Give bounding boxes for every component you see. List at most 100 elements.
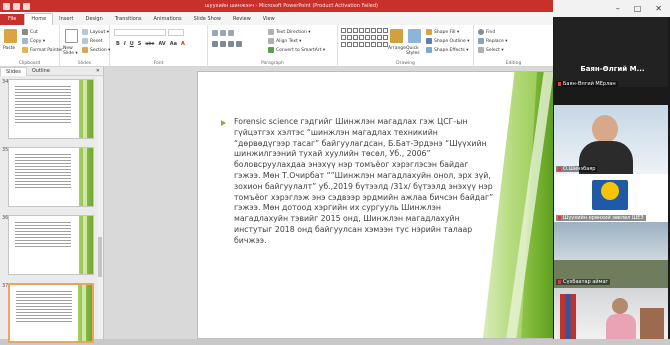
slide-thumbnail[interactable]	[8, 147, 94, 207]
participant-tile[interactable]: Сүхбаатар аймаг	[554, 222, 668, 288]
arrange-icon[interactable]	[390, 29, 403, 43]
indent-icon	[228, 30, 234, 36]
logo-emblem	[601, 182, 619, 200]
shape-icon[interactable]	[383, 35, 388, 40]
underline-button[interactable]: U	[130, 41, 134, 47]
shadow-button[interactable]: S	[138, 41, 142, 47]
scrollbar-thumb[interactable]	[98, 237, 102, 277]
spacing-button[interactable]: AV	[158, 41, 165, 47]
reset-button[interactable]: Reset	[82, 38, 103, 44]
minimize-button[interactable]: –	[616, 4, 620, 13]
alignment-buttons[interactable]	[212, 41, 242, 47]
layout-button[interactable]: Layout ▾	[82, 29, 109, 35]
slides-group: New Slide ▾ Layout ▾ Reset Section ▾ Sli…	[60, 25, 110, 67]
shape-icon[interactable]	[347, 42, 352, 47]
shape-outline-button[interactable]: Shape Outline ▾	[426, 38, 470, 44]
section-button[interactable]: Section ▾	[82, 47, 110, 53]
tab-transitions[interactable]: Transitions	[109, 14, 148, 25]
find-button[interactable]: Find	[478, 29, 495, 35]
shape-icon[interactable]	[377, 35, 382, 40]
shape-icon[interactable]	[359, 28, 364, 33]
shape-icon[interactable]	[353, 42, 358, 47]
participant-tile[interactable]: О.Шинэбаяр	[554, 105, 668, 175]
tab-view[interactable]: View	[257, 14, 281, 25]
shape-icon[interactable]	[383, 28, 388, 33]
font-size-dropdown[interactable]	[168, 29, 184, 36]
participant-tile[interactable]: Шүүхийн ерөнхий зөвлөл ШЕЗ	[554, 174, 668, 222]
format-painter-button[interactable]: Format Painter	[22, 47, 63, 53]
text-direction-button[interactable]: Text Direction ▾	[268, 29, 311, 35]
shape-icon[interactable]	[365, 42, 370, 47]
close-icon[interactable]: ✕	[91, 68, 104, 74]
align-left-icon	[212, 41, 218, 47]
undo-icon[interactable]	[13, 2, 20, 10]
shape-icon[interactable]	[365, 28, 370, 33]
shape-icon[interactable]	[365, 35, 370, 40]
tab-home[interactable]: Home	[24, 13, 54, 25]
drawing-group: Arrange Quick Styles Shape Fill ▾ Shape …	[338, 25, 474, 67]
shape-icon[interactable]	[371, 35, 376, 40]
font-color-button[interactable]: A	[181, 41, 185, 47]
select-button[interactable]: Select ▾	[478, 47, 504, 53]
clipboard-group: Paste Cut Copy ▾ Format Painter Clipboar…	[0, 25, 63, 67]
font-name-dropdown[interactable]	[114, 29, 166, 36]
tab-outline[interactable]: Outline	[27, 68, 55, 74]
shape-icon[interactable]	[347, 35, 352, 40]
quick-styles-icon[interactable]	[408, 29, 421, 43]
save-icon[interactable]	[3, 2, 10, 10]
shape-icon[interactable]	[353, 28, 358, 33]
replace-button[interactable]: Replace ▾	[478, 38, 508, 44]
shape-fill-button[interactable]: Shape Fill ▾	[426, 29, 459, 35]
shape-icon[interactable]	[359, 42, 364, 47]
current-slide[interactable]: Forensic science гэдгийг Шинжлэн магадла…	[197, 71, 554, 339]
new-slide-icon[interactable]	[65, 29, 78, 43]
smartart-icon	[268, 47, 274, 53]
copy-button[interactable]: Copy ▾	[22, 38, 45, 44]
tab-animations[interactable]: Animations	[148, 14, 188, 25]
slides-pane-scrollbar[interactable]	[97, 77, 103, 339]
strikethrough-button[interactable]: abc	[145, 41, 154, 47]
italic-button[interactable]: I	[124, 41, 126, 47]
quick-styles-button[interactable]: Quick Styles	[406, 46, 422, 56]
tab-slide-show[interactable]: Slide Show	[188, 14, 227, 25]
slide-body-text[interactable]: Forensic science гэдгийг Шинжлэн магадла…	[234, 117, 496, 247]
shape-icon[interactable]	[377, 28, 382, 33]
shape-icon[interactable]	[341, 42, 346, 47]
shape-icon[interactable]	[347, 28, 352, 33]
active-speaker-tile[interactable]: Баян-Өлгий М... Баян-Өлгий МЕрлан	[554, 17, 668, 87]
bullets-button[interactable]	[212, 30, 234, 36]
cut-button[interactable]: Cut	[22, 29, 38, 35]
arrange-button[interactable]: Arrange	[388, 46, 406, 51]
redo-icon[interactable]	[23, 2, 30, 10]
bold-button[interactable]: B	[116, 41, 120, 47]
change-case-button[interactable]: Aa	[170, 41, 177, 47]
slide-thumbnail-selected[interactable]	[8, 283, 94, 343]
maximize-button[interactable]: □	[634, 4, 642, 13]
shape-icon[interactable]	[371, 42, 376, 47]
new-slide-button[interactable]: New Slide ▾	[63, 46, 79, 56]
paragraph-label: Paragraph	[260, 61, 285, 66]
paste-button[interactable]: Paste	[3, 46, 15, 51]
paste-icon[interactable]	[4, 29, 17, 43]
slide-thumbnail[interactable]	[8, 79, 94, 139]
tab-slides[interactable]: Slides	[0, 66, 27, 76]
tab-review[interactable]: Review	[227, 14, 257, 25]
shape-icon[interactable]	[353, 35, 358, 40]
shape-icon[interactable]	[377, 42, 382, 47]
shape-icon[interactable]	[341, 35, 346, 40]
tab-design[interactable]: Design	[79, 14, 108, 25]
participant-name: О.Шинэбаяр	[563, 166, 596, 172]
meeting-panel: Баян-Өлгий М... Баян-Өлгий МЕрлан О.Шинэ…	[553, 17, 670, 339]
shape-icon[interactable]	[371, 28, 376, 33]
shape-effects-button[interactable]: Shape Effects ▾	[426, 47, 469, 53]
shape-icon[interactable]	[341, 28, 346, 33]
shapes-gallery[interactable]	[341, 28, 389, 48]
participant-tile[interactable]	[554, 288, 668, 339]
close-button[interactable]: ✕	[655, 4, 662, 13]
tab-file[interactable]: File	[0, 14, 25, 25]
shape-icon[interactable]	[359, 35, 364, 40]
tab-insert[interactable]: Insert	[53, 14, 79, 25]
align-text-button[interactable]: Align Text ▾	[268, 38, 302, 44]
slide-thumbnail[interactable]	[8, 215, 94, 275]
convert-smartart-button[interactable]: Convert to SmartArt ▾	[268, 47, 325, 53]
